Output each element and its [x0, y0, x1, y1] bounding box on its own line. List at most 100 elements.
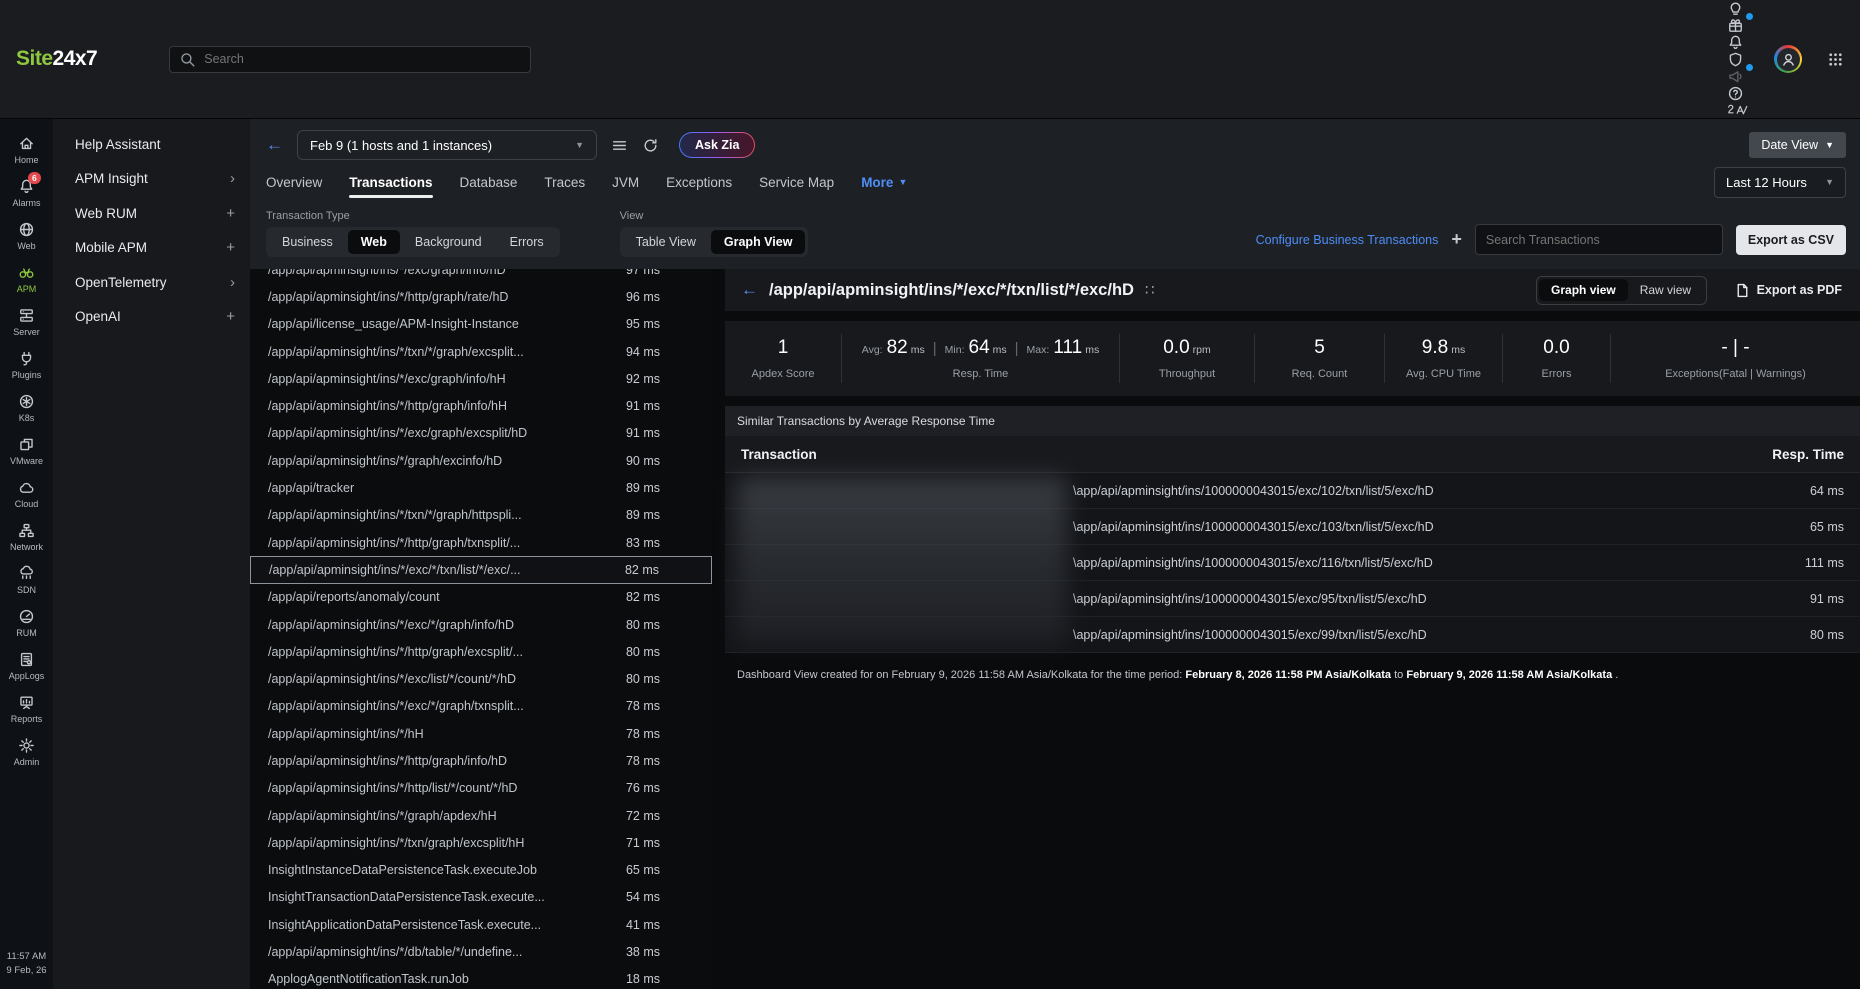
transaction-row[interactable]: /app/api/apminsight/ins/*/http/graph/exc… [250, 638, 712, 665]
tab[interactable]: Database [460, 175, 518, 190]
search-transactions-input[interactable] [1475, 224, 1723, 255]
transaction-name: /app/api/apminsight/ins/*/exc/*/graph/tx… [268, 699, 524, 713]
view-option[interactable]: Table View [623, 230, 709, 254]
transaction-type-option[interactable]: Web [348, 230, 400, 254]
tab[interactable]: Transactions [349, 175, 432, 190]
transaction-row[interactable]: /app/api/apminsight/ins/*/http/graph/txn… [250, 529, 712, 556]
transaction-row[interactable]: /app/api/apminsight/ins/*/http/list/*/co… [250, 775, 712, 802]
apps-grid-icon[interactable] [1827, 51, 1844, 68]
export-csv-button[interactable]: Export as CSV [1736, 225, 1846, 255]
detail-view-option[interactable]: Raw view [1628, 279, 1703, 301]
user-avatar[interactable] [1774, 45, 1802, 73]
monitor-selector[interactable]: Feb 9 (1 hosts and 1 instances) ▼ [297, 130, 597, 160]
rail-item[interactable]: Admin [0, 731, 53, 774]
transaction-row[interactable]: /app/api/apminsight/ins/*/http/graph/rat… [250, 283, 712, 310]
transaction-type-option[interactable]: Errors [497, 230, 557, 254]
back-icon[interactable]: ← [266, 135, 283, 155]
global-search[interactable] [169, 46, 531, 73]
similar-transaction-row[interactable]: \app/api/apminsight/ins/1000000043015/ex… [725, 473, 1860, 509]
transaction-row[interactable]: /app/api/reports/anomaly/count 82 ms [250, 584, 712, 611]
date-view-button[interactable]: Date View ▼ [1749, 132, 1846, 158]
transaction-row[interactable]: /app/api/apminsight/ins/*/txn/*/graph/ex… [250, 338, 712, 365]
configure-business-transactions-link[interactable]: Configure Business Transactions [1256, 233, 1439, 247]
rail-item[interactable]: SDN [0, 559, 53, 602]
sidenav-item[interactable]: Mobile APM + [53, 231, 250, 266]
sidenav-item[interactable]: Help Assistant [53, 127, 250, 162]
detail-view-option[interactable]: Graph view [1539, 279, 1628, 301]
rail-item[interactable]: Alarms 6 [0, 172, 53, 215]
transaction-row[interactable]: /app/api/apminsight/ins/*/graph/excinfo/… [250, 447, 712, 474]
transaction-row[interactable]: /app/api/tracker 89 ms [250, 474, 712, 501]
transaction-row[interactable]: /app/api/apminsight/ins/*/db/table/*/und… [250, 938, 712, 965]
transaction-row[interactable]: /app/api/apminsight/ins/*/exc/graph/info… [250, 269, 712, 283]
transaction-row[interactable]: InsightApplicationDataPersistenceTask.ex… [250, 911, 712, 938]
transaction-row[interactable]: /app/api/apminsight/ins/*/txn/graph/excs… [250, 829, 712, 856]
sidenav-affix-icon[interactable]: + [226, 239, 235, 256]
rail-item[interactable]: Plugins [0, 344, 53, 387]
similar-transaction-row[interactable]: \app/api/apminsight/ins/1000000043015/ex… [725, 545, 1860, 581]
topbar-icon[interactable] [1727, 102, 1749, 118]
rail-item[interactable]: APM [0, 258, 53, 301]
transaction-row[interactable]: InsightTransactionDataPersistenceTask.ex… [250, 884, 712, 911]
transaction-row[interactable]: /app/api/license_usage/APM-Insight-Insta… [250, 311, 712, 338]
transaction-type-option[interactable]: Business [269, 230, 346, 254]
tab[interactable]: Exceptions [666, 175, 732, 190]
global-search-input[interactable] [204, 52, 521, 66]
tab[interactable]: JVM [612, 175, 639, 190]
sidenav-item[interactable]: OpenAI + [53, 300, 250, 335]
transaction-row[interactable]: /app/api/apminsight/ins/*/exc/graph/excs… [250, 420, 712, 447]
export-pdf-button[interactable]: Export as PDF [1734, 282, 1842, 299]
rail-item[interactable]: VMware [0, 430, 53, 473]
tab[interactable]: Traces [544, 175, 585, 190]
rail-item[interactable]: Reports [0, 688, 53, 731]
list-menu-icon[interactable] [611, 137, 628, 154]
transaction-row[interactable]: /app/api/apminsight/ins/*/exc/graph/info… [250, 365, 712, 392]
rail-item[interactable]: K8s [0, 387, 53, 430]
sidenav-item[interactable]: Web RUM + [53, 196, 250, 231]
transaction-row[interactable]: /app/api/apminsight/ins/*/http/graph/inf… [250, 392, 712, 419]
sidenav-affix-icon[interactable]: › [230, 170, 235, 187]
sidenav-item[interactable]: APM Insight › [53, 162, 250, 197]
transaction-row[interactable]: /app/api/apminsight/ins/*/txn/*/graph/ht… [250, 502, 712, 529]
rail-item[interactable]: Server [0, 301, 53, 344]
topbar-icon[interactable] [1727, 85, 1749, 102]
rail-item[interactable]: RUM [0, 602, 53, 645]
transaction-row[interactable]: /app/api/apminsight/ins/*/exc/*/txn/list… [250, 556, 712, 583]
topbar-icon[interactable] [1727, 68, 1749, 85]
topbar-icon[interactable] [1727, 17, 1749, 34]
refresh-icon[interactable] [642, 137, 659, 154]
transaction-row[interactable]: /app/api/apminsight/ins/*/hH 78 ms [250, 720, 712, 747]
transaction-type-option[interactable]: Background [402, 230, 495, 254]
back-icon[interactable]: ← [741, 280, 758, 300]
similar-transaction-row[interactable]: \app/api/apminsight/ins/1000000043015/ex… [725, 509, 1860, 545]
tab[interactable]: Service Map [759, 175, 834, 190]
transaction-row[interactable]: InsightInstanceDataPersistenceTask.execu… [250, 857, 712, 884]
transaction-row[interactable]: /app/api/apminsight/ins/*/http/graph/inf… [250, 747, 712, 774]
site24x7-logo[interactable]: Site24x7 [16, 47, 97, 71]
transaction-row[interactable]: /app/api/apminsight/ins/*/graph/apdex/hH… [250, 802, 712, 829]
transaction-row[interactable]: ApplogAgentNotificationTask.runJob 18 ms [250, 966, 712, 989]
rail-item[interactable]: Home [0, 129, 53, 172]
topbar-icon[interactable] [1727, 34, 1749, 51]
sidenav-affix-icon[interactable]: + [226, 308, 235, 325]
time-range-selector[interactable]: Last 12 Hours ▼ [1714, 167, 1846, 198]
transaction-row[interactable]: /app/api/apminsight/ins/*/exc/*/graph/in… [250, 611, 712, 638]
sidenav-item[interactable]: OpenTelemetry › [53, 265, 250, 300]
add-business-transaction-icon[interactable]: + [1451, 229, 1462, 250]
rail-item[interactable]: Cloud [0, 473, 53, 516]
similar-transaction-row[interactable]: \app/api/apminsight/ins/1000000043015/ex… [725, 581, 1860, 617]
rail-item[interactable]: Web [0, 215, 53, 258]
view-option[interactable]: Graph View [711, 230, 806, 254]
tab-more[interactable]: More ▼ [861, 175, 907, 190]
rail-label: Server [13, 327, 40, 337]
sidenav-affix-icon[interactable]: › [230, 274, 235, 291]
expand-icon[interactable]: ∷ [1145, 281, 1155, 299]
ask-zia-button[interactable]: Ask Zia [679, 132, 755, 158]
rail-item[interactable]: AppLogs [0, 645, 53, 688]
sidenav-affix-icon[interactable]: + [226, 205, 235, 222]
rail-item[interactable]: Network [0, 516, 53, 559]
tab[interactable]: Overview [266, 175, 322, 190]
transaction-row[interactable]: /app/api/apminsight/ins/*/exc/list/*/cou… [250, 665, 712, 692]
transaction-row[interactable]: /app/api/apminsight/ins/*/exc/*/graph/tx… [250, 693, 712, 720]
similar-transaction-row[interactable]: \app/api/apminsight/ins/1000000043015/ex… [725, 617, 1860, 653]
